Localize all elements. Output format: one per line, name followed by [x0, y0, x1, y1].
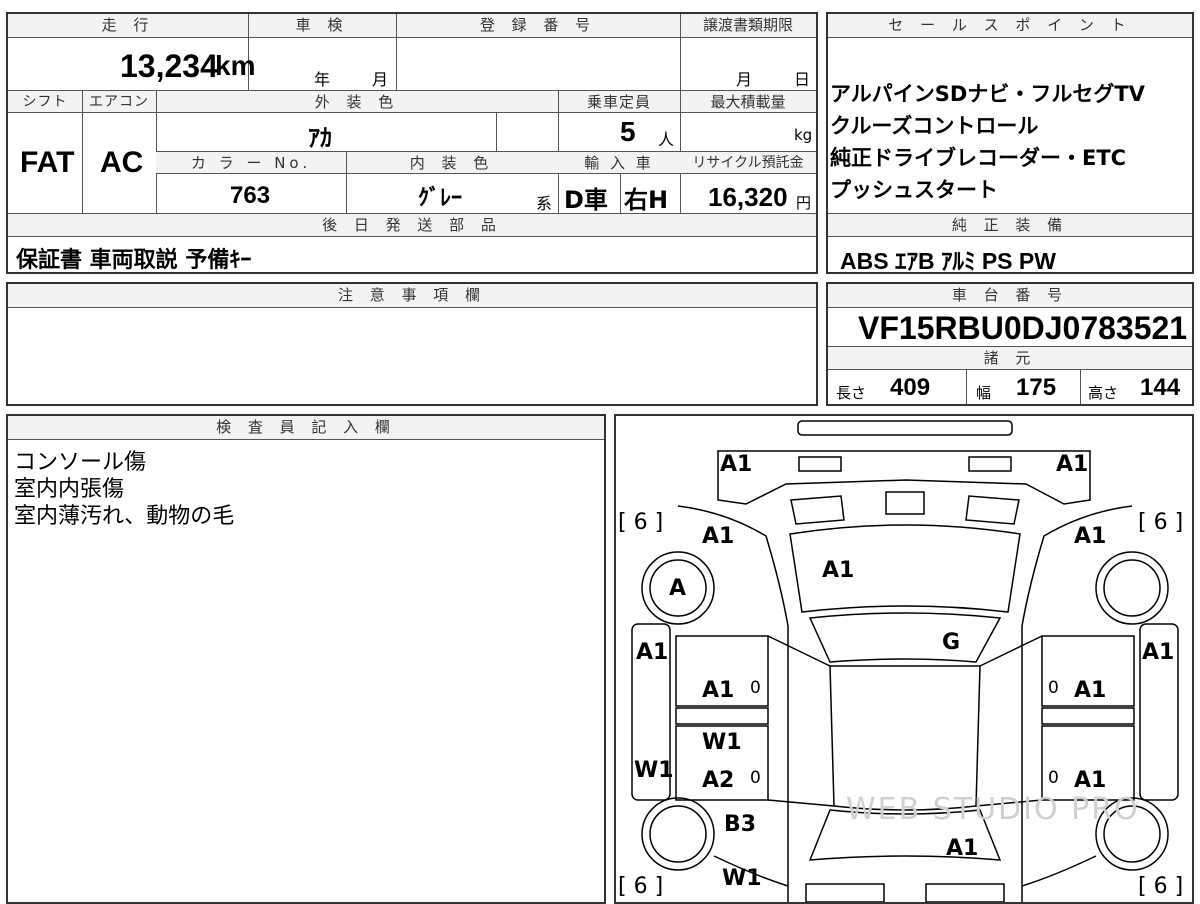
sales-point-3: 純正ドライブレコーダー・ETC	[830, 146, 1127, 170]
mark-hood-left: A1	[702, 524, 735, 549]
zero-marker: 0	[750, 768, 761, 788]
exterior-color-label: 外 装 色	[156, 91, 558, 113]
interior-color-value: ｸﾞﾚｰ	[418, 186, 463, 211]
length-label: 長さ	[836, 384, 867, 402]
mark-hood-center: A1	[822, 558, 855, 583]
interior-color-label: 内 装 色	[346, 152, 558, 174]
mileage-unit: km	[215, 50, 256, 81]
import-label: 輸 入 車	[558, 152, 680, 174]
import-type: D車	[564, 186, 608, 214]
notes-label: 注 意 事 項 欄	[8, 284, 816, 308]
recycle-deposit-label: リサイクル預託金	[680, 152, 816, 174]
capacity-unit: 人	[658, 130, 675, 149]
import-steering: 右H	[624, 186, 669, 214]
sales-point-2: クルーズコントロール	[830, 114, 1039, 138]
chassis-number-label: 車 台 番 号	[828, 284, 1192, 308]
mark-front-door-left: A1	[702, 678, 735, 703]
sales-point-1: アルパインSDナビ・フルセグTV	[830, 82, 1145, 106]
mark-rear-fender-left: B3	[724, 812, 757, 837]
color-number-label: カ ラ ー No.	[156, 152, 346, 174]
width-label: 幅	[976, 384, 992, 402]
recycle-deposit-unit: 円	[796, 194, 812, 212]
chassis-box: 車 台 番 号 VF15RBU0DJ0783521 諸 元 長さ 409 幅 1…	[826, 282, 1194, 406]
inspector-box: 検 査 員 記 入 欄 コンソール傷 室内内張傷 室内薄汚れ、動物の毛	[6, 414, 606, 904]
mark-front-door-right: A1	[1074, 678, 1107, 703]
mark-rocker-left: W1	[634, 758, 674, 783]
watermark: WEB STUDIO PRO	[846, 792, 1140, 827]
tread-left-top: [ 6 ]	[618, 510, 664, 535]
transfer-deadline-label: 譲渡書類期限	[680, 14, 816, 38]
recycle-deposit-value: 16,320	[708, 182, 788, 212]
transfer-month-unit: 月	[736, 70, 753, 89]
height-value: 144	[1140, 374, 1181, 401]
capacity-value: 5	[620, 116, 636, 147]
sales-points-box: セ ー ル ス ポ イ ン ト アルパインSDナビ・フルセグTV クルーズコント…	[826, 12, 1194, 274]
equipment-value: ABS ｴｱB ｱﾙﾐ PS PW	[840, 248, 1056, 274]
mark-rear-door-left-upper: W1	[702, 730, 742, 755]
later-parts-value: 保証書 車両取説 予備ｷｰ	[16, 248, 252, 273]
inspection-year-unit: 年	[314, 70, 331, 89]
tread-right-bottom: [ 6 ]	[1138, 874, 1184, 899]
exterior-color-value: ｱｶ	[308, 124, 332, 152]
mileage-label: 走 行	[8, 14, 248, 38]
chassis-number-value: VF15RBU0DJ0783521	[858, 310, 1188, 346]
ac-value: AC	[100, 146, 144, 179]
max-load-unit: kg	[794, 126, 813, 144]
mileage-value: 13,234	[120, 48, 218, 84]
inspection-label: 車 検	[248, 14, 396, 38]
notes-box: 注 意 事 項 欄	[6, 282, 818, 406]
transfer-day-unit: 日	[794, 70, 811, 89]
sales-points-label: セ ー ル ス ポ イ ン ト	[828, 14, 1192, 38]
color-number-value: 763	[230, 182, 271, 209]
mark-windshield: G	[942, 630, 961, 655]
mark-hood-right: A1	[1074, 524, 1107, 549]
inspector-label: 検 査 員 記 入 欄	[8, 416, 604, 440]
inspection-month-unit: 月	[372, 70, 389, 89]
mark-left-fender: A1	[636, 640, 669, 665]
mark-rear-door-left: A2	[702, 768, 735, 793]
dimensions-label: 諸 元	[828, 346, 1192, 370]
equipment-label: 純 正 装 備	[828, 214, 1192, 237]
mark-front-left-bumper: A1	[720, 452, 753, 477]
height-label: 高さ	[1088, 384, 1119, 402]
mark-roof-rear: A1	[946, 836, 979, 861]
mark-rear-quarter-left: W1	[722, 866, 762, 891]
shift-label: シフト	[8, 91, 82, 113]
car-outline-diagram	[631, 420, 1179, 902]
tread-left-bottom: [ 6 ]	[618, 874, 664, 899]
zero-marker: 0	[1048, 768, 1059, 788]
later-parts-label: 後 日 発 送 部 品	[8, 214, 816, 237]
sales-point-4: プッシュスタート	[830, 178, 998, 202]
tread-right-top: [ 6 ]	[1138, 510, 1184, 535]
registration-label: 登 録 番 号	[396, 14, 680, 38]
inspector-line-3: 室内薄汚れ、動物の毛	[14, 504, 235, 529]
zero-marker: 0	[750, 678, 761, 698]
capacity-label: 乗車定員	[558, 91, 680, 113]
width-value: 175	[1016, 374, 1057, 401]
mark-rear-door-right: A1	[1074, 768, 1107, 793]
length-value: 409	[890, 374, 931, 401]
interior-color-suffix: 系	[536, 194, 553, 213]
zero-marker: 0	[1048, 678, 1059, 698]
mark-right-fender: A1	[1142, 640, 1175, 665]
max-load-label: 最大積載量	[680, 91, 816, 113]
vehicle-info-box: 走 行 車 検 登 録 番 号 譲渡書類期限 13,234 km 年 月 月 日…	[6, 12, 818, 274]
mark-front-right-bumper: A1	[1056, 452, 1089, 477]
car-diagram-box: WEB STUDIO PRO [ 6 ] [ 6 ] [ 6 ] [ 6 ] A…	[614, 414, 1194, 904]
shift-value: FAT	[20, 146, 75, 179]
mark-front-wheel-left: A	[669, 576, 687, 601]
ac-label: エアコン	[82, 91, 156, 113]
